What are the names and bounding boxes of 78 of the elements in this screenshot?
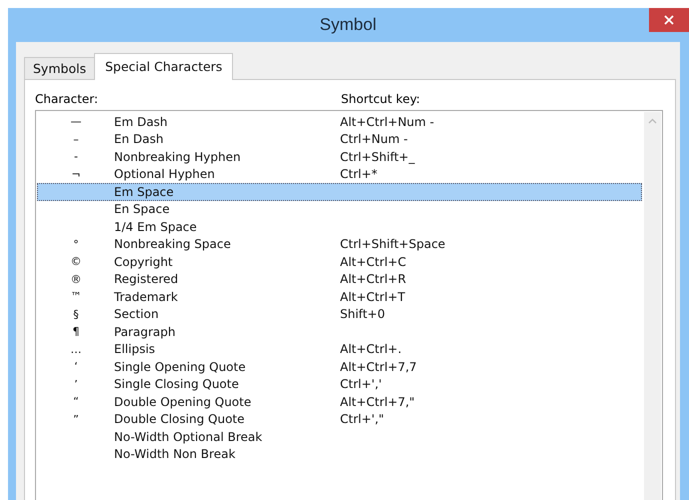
list-row[interactable]: – En Dash Ctrl+Num - bbox=[37, 130, 642, 148]
character-name: Trademark bbox=[114, 290, 178, 304]
shortcut-text: Alt+Ctrl+7," bbox=[340, 394, 415, 409]
list-row[interactable]: © Copyright Alt+Ctrl+C bbox=[37, 253, 642, 270]
close-icon bbox=[664, 15, 674, 25]
shortcut-text: Ctrl+Shift+_ bbox=[340, 150, 415, 164]
character-name: Nonbreaking Hyphen bbox=[114, 150, 241, 164]
list-row[interactable]: ° Nonbreaking Space Ctrl+Shift+Space bbox=[37, 236, 642, 253]
close-button[interactable] bbox=[649, 8, 689, 32]
shortcut-text: Alt+Ctrl+Num - bbox=[340, 114, 434, 129]
character-name: En Dash bbox=[114, 132, 164, 146]
character-name: En Space bbox=[114, 202, 170, 216]
character-name: Paragraph bbox=[114, 324, 176, 339]
character-name: Double Opening Quote bbox=[114, 394, 252, 409]
character-name: Em Space bbox=[114, 184, 174, 199]
list-row[interactable]: No-Width Non Break bbox=[37, 446, 642, 463]
shortcut-text: Ctrl+Num - bbox=[340, 132, 408, 146]
list-row[interactable]: ‘ Single Opening Quote Alt+Ctrl+7,7 bbox=[37, 358, 642, 376]
symbol-glyph: — bbox=[70, 115, 82, 128]
shortcut-text: Ctrl+',' bbox=[340, 377, 382, 392]
character-name: Em Dash bbox=[114, 114, 168, 129]
symbol-glyph: ¶ bbox=[72, 325, 80, 338]
character-name: Section bbox=[114, 307, 159, 322]
scrollbar[interactable] bbox=[644, 112, 661, 500]
list-row[interactable]: ” Double Closing Quote Ctrl+'," bbox=[37, 410, 642, 428]
tab[interactable]: Special Characters bbox=[94, 53, 234, 80]
character-name: Nonbreaking Space bbox=[114, 237, 231, 252]
list-row[interactable]: ¬ Optional Hyphen Ctrl+* bbox=[37, 166, 642, 183]
character-name: Single Opening Quote bbox=[114, 360, 246, 374]
character-name: No-Width Optional Break bbox=[114, 430, 262, 444]
shortcut-text: Alt+Ctrl+R bbox=[340, 272, 406, 286]
list-row[interactable]: Em Space bbox=[37, 183, 642, 200]
list-row[interactable]: 1/4 Em Space bbox=[37, 218, 642, 236]
symbol-glyph: … bbox=[70, 342, 82, 356]
character-name: Single Closing Quote bbox=[114, 377, 239, 392]
list-row[interactable]: ® Registered Alt+Ctrl+R bbox=[37, 270, 642, 288]
character-name: No-Width Non Break bbox=[114, 447, 236, 462]
list-row[interactable]: En Space bbox=[37, 200, 642, 218]
character-name: Double Closing Quote bbox=[114, 412, 244, 426]
shortcut-text: Shift+0 bbox=[340, 307, 385, 322]
list-row[interactable]: ™ Trademark Alt+Ctrl+T bbox=[37, 288, 642, 306]
list-row[interactable]: … Ellipsis Alt+Ctrl+. bbox=[37, 340, 642, 358]
list-row[interactable]: — Em Dash Alt+Ctrl+Num - bbox=[37, 113, 642, 130]
list-row[interactable]: “ Double Opening Quote Alt+Ctrl+7," bbox=[37, 393, 642, 410]
symbol-glyph: “ bbox=[73, 395, 79, 408]
list-row[interactable]: - Nonbreaking Hyphen Ctrl+Shift+_ bbox=[37, 148, 642, 166]
shortcut-text: Alt+Ctrl+T bbox=[340, 290, 406, 304]
symbol-glyph: – bbox=[73, 132, 79, 146]
shortcut-text: Alt+Ctrl+C bbox=[340, 254, 406, 269]
character-name: Optional Hyphen bbox=[114, 167, 215, 182]
symbol-glyph: ” bbox=[73, 412, 79, 426]
scroll-up-icon[interactable] bbox=[648, 118, 657, 124]
character-name: Copyright bbox=[114, 254, 173, 269]
symbol-glyph: ™ bbox=[70, 290, 82, 304]
list-row[interactable]: No-Width Optional Break bbox=[37, 428, 642, 446]
symbol-glyph: © bbox=[70, 255, 82, 268]
symbol-glyph: ° bbox=[73, 238, 79, 251]
tab[interactable]: Symbols bbox=[24, 57, 96, 79]
shortcut-text: Ctrl+Shift+Space bbox=[340, 237, 446, 252]
column-label: Shortcut key: bbox=[341, 92, 420, 108]
symbol-glyph: ¬ bbox=[71, 168, 81, 181]
symbol-glyph: ’ bbox=[74, 378, 78, 391]
character-name: Ellipsis bbox=[114, 342, 156, 356]
list-row[interactable]: ’ Single Closing Quote Ctrl+',' bbox=[37, 376, 642, 393]
symbol-glyph: § bbox=[73, 308, 79, 321]
symbol-glyph: - bbox=[74, 150, 78, 164]
shortcut-text: Alt+Ctrl+7,7 bbox=[340, 360, 417, 374]
window-title: Symbol bbox=[320, 15, 376, 35]
symbol-glyph: ‘ bbox=[74, 360, 78, 374]
shortcut-text: Ctrl+'," bbox=[340, 412, 384, 426]
list-row[interactable]: ¶ Paragraph bbox=[37, 323, 642, 340]
symbol-glyph: ® bbox=[70, 272, 82, 286]
shortcut-text: Alt+Ctrl+. bbox=[340, 342, 402, 356]
character-name: 1/4 Em Space bbox=[114, 220, 197, 234]
column-label: Character: bbox=[35, 92, 100, 108]
character-name: Registered bbox=[114, 272, 178, 286]
shortcut-text: Ctrl+* bbox=[340, 167, 378, 182]
list-row[interactable]: § Section Shift+0 bbox=[37, 306, 642, 323]
